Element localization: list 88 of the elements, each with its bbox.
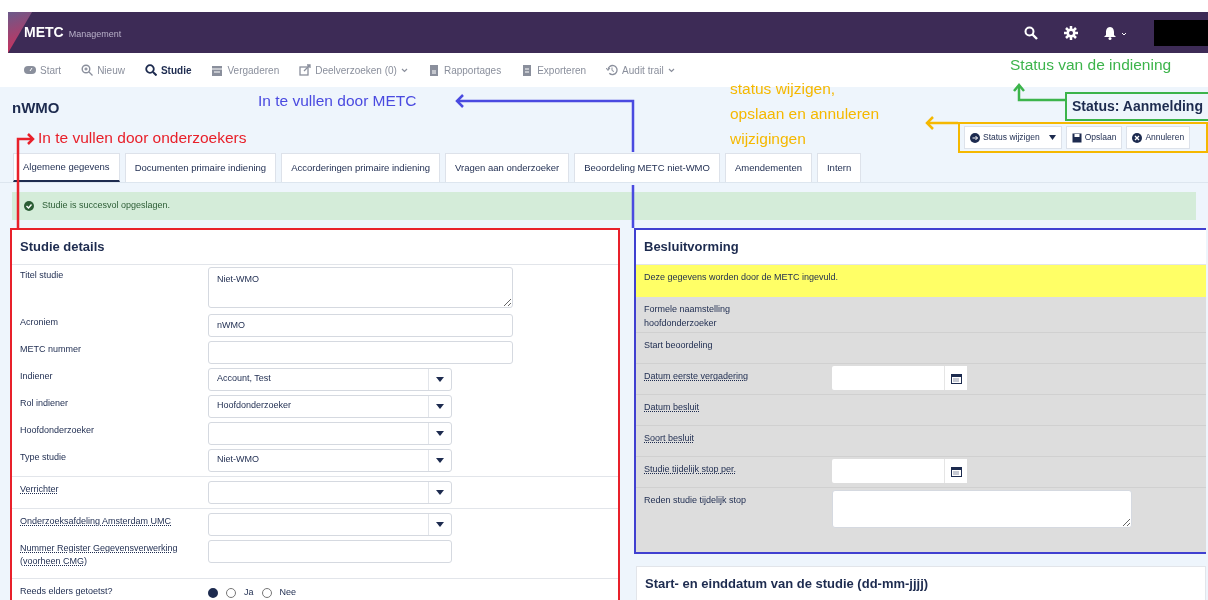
dashboard-icon xyxy=(24,64,36,76)
calendar-button[interactable] xyxy=(944,366,967,391)
tab[interactable]: Amendementen xyxy=(724,153,812,182)
caret-icon xyxy=(400,67,408,73)
input-field[interactable] xyxy=(208,539,452,563)
check-icon xyxy=(24,201,34,211)
input-field[interactable] xyxy=(208,340,513,364)
annotation-text: status wijzigen, opslaan en annuleren wijzigingen xyxy=(730,79,880,149)
document-icon xyxy=(427,64,440,76)
calendar-button[interactable] xyxy=(944,459,967,484)
caret-icon xyxy=(436,430,444,436)
field-label: Indiener xyxy=(20,369,54,383)
notice-text: Deze gegevens worden door de METC ingevuld. xyxy=(636,264,1206,297)
brand-logo[interactable]: METC xyxy=(24,22,64,43)
calendar-icon xyxy=(950,372,962,384)
document-icon xyxy=(521,64,534,76)
tab[interactable]: Vragen aan onderzoeker xyxy=(445,153,570,182)
field-label: Hoofdonderzoeker xyxy=(20,423,96,437)
field-label: Titel studie xyxy=(20,268,65,282)
radio-button[interactable] xyxy=(208,587,218,598)
calendar-icon xyxy=(950,465,962,477)
search-icon xyxy=(144,64,157,76)
annotation-text: In te vullen door METC xyxy=(258,91,417,111)
settings-icon[interactable] xyxy=(1064,25,1078,40)
annotation-text: In te vullen door onderzoekers xyxy=(38,128,247,148)
alert-message: Studie is succesvol opgeslagen. xyxy=(42,199,171,213)
field-label: Reden studie tijdelijk stop xyxy=(644,494,748,508)
history-icon xyxy=(606,64,619,76)
field-label: Start beoordeling xyxy=(644,339,714,353)
select-field[interactable]: Account, Test xyxy=(208,367,452,391)
share-icon xyxy=(299,64,312,76)
field-label: Verrichter xyxy=(20,482,60,496)
tab[interactable]: Documenten primaire indiening xyxy=(124,153,277,182)
tab[interactable]: Beoordeling METC niet-WMO xyxy=(574,153,720,182)
notification-bell-icon[interactable] xyxy=(1104,25,1128,40)
field-label: METC nummer xyxy=(20,342,82,356)
caret-icon xyxy=(436,521,444,527)
field-label: Rol indiener xyxy=(20,396,70,410)
zoom-icon xyxy=(81,64,94,76)
radio-label: Nee xyxy=(279,585,297,599)
menu-item[interactable]: Audit trail xyxy=(596,62,685,78)
brand-subtitle: Management xyxy=(68,27,122,41)
caret-icon xyxy=(436,457,444,463)
field-label: Datum eerste vergadering xyxy=(644,370,750,384)
panel-title: Besluitvorming xyxy=(636,230,1206,265)
menu-item[interactable]: Deelverzoeken (0) xyxy=(289,62,418,78)
date-field[interactable] xyxy=(832,366,944,391)
caret-icon xyxy=(436,489,444,495)
field-label: Formele naamstelling hoofdonderzoeker xyxy=(644,302,732,330)
radio-button[interactable] xyxy=(261,587,272,598)
select-field[interactable] xyxy=(208,512,452,536)
radio-button[interactable] xyxy=(226,587,236,598)
field-label: Reeds elders getoetst? xyxy=(20,584,114,598)
annotation-arrow xyxy=(1013,83,1066,102)
field-label: Acroniem xyxy=(20,315,59,329)
caret-icon xyxy=(667,67,675,73)
menu-item[interactable]: Studie xyxy=(134,62,202,78)
select-field[interactable] xyxy=(208,480,452,504)
field-label: Nummer Register Gegevensverwerking (voorheen CMG) xyxy=(20,541,179,568)
calendar-icon xyxy=(211,64,224,76)
radio-label: Ja xyxy=(244,585,254,599)
annotation-text: Status van de indiening xyxy=(1010,55,1172,75)
caret-icon xyxy=(436,376,444,382)
field-label: Onderzoeksafdeling Amsterdam UMC xyxy=(20,514,173,528)
tab[interactable]: Intern xyxy=(817,153,862,182)
search-icon[interactable] xyxy=(1024,25,1038,40)
caret-icon xyxy=(436,403,444,409)
field-label: Datum besluit xyxy=(644,401,701,415)
redacted-user-name xyxy=(1154,19,1208,46)
action-button[interactable]: Opslaan xyxy=(1065,126,1123,149)
select-field[interactable]: Hoofdonderzoeker xyxy=(208,394,452,418)
field-label: Soort besluit xyxy=(644,432,696,446)
status-label: Status: Aanmelding xyxy=(1065,92,1208,121)
select-field[interactable] xyxy=(208,421,452,445)
field-label: Type studie xyxy=(20,450,68,464)
action-button[interactable]: Status wijzigen xyxy=(964,126,1062,149)
arrow-circle-icon xyxy=(970,132,980,143)
page-title: nWMO xyxy=(12,98,60,118)
tab[interactable]: Accorderingen primaire indiening xyxy=(281,153,440,182)
date-field[interactable] xyxy=(832,459,944,484)
field-label: Studie tijdelijk stop per. xyxy=(644,463,738,477)
action-button[interactable]: Annuleren xyxy=(1126,126,1191,149)
caret-icon xyxy=(1048,135,1056,140)
tab[interactable]: Algemene gegevens xyxy=(13,153,120,182)
input-field[interactable]: nWMO xyxy=(208,313,513,337)
select-field[interactable]: Niet-WMO xyxy=(208,448,452,472)
text-area[interactable]: Niet-WMO xyxy=(208,266,513,308)
cancel-icon xyxy=(1132,132,1143,143)
